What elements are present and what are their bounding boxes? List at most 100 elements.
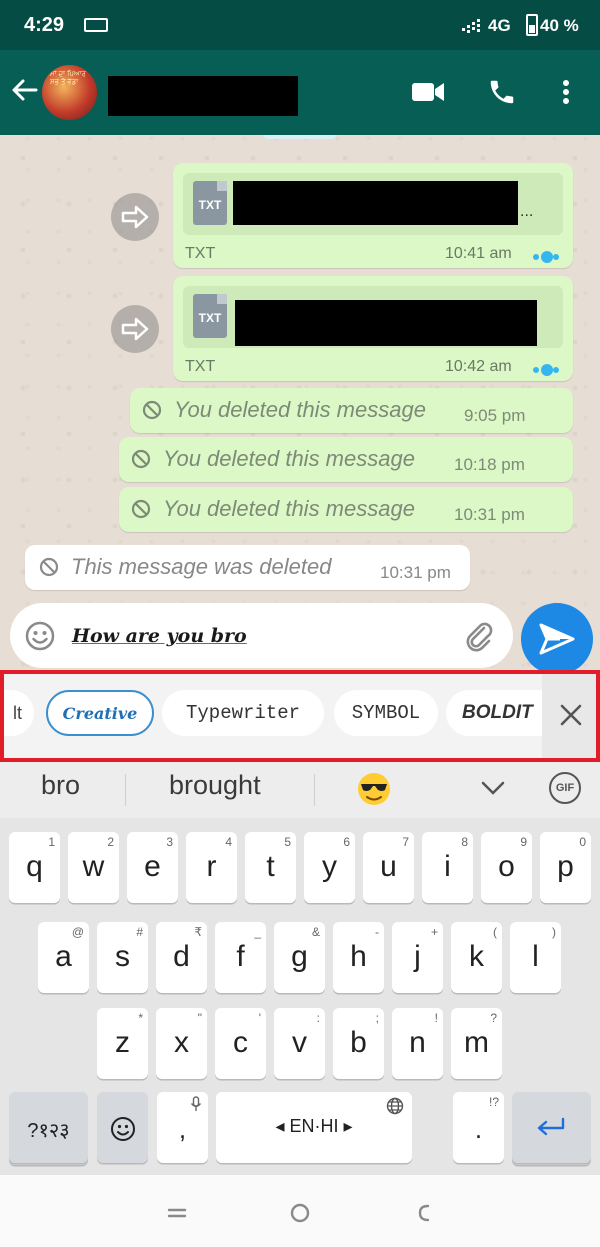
key-label: t [266,850,275,883]
chevron-down-icon[interactable] [480,778,506,798]
sunglasses-emoji-icon[interactable] [356,771,392,807]
key-d[interactable]: ₹ d [156,922,207,993]
suggestion-divider [314,774,315,806]
key-k[interactable]: (k [451,922,502,993]
key-o[interactable]: 9o [481,832,532,903]
deleted-message[interactable]: You deleted this message 10:31 pm [119,487,573,532]
forward-icon[interactable] [111,305,159,353]
key-j[interactable]: + j [392,922,443,993]
key-v[interactable]: :v [274,1008,325,1079]
key-label: h [350,940,367,973]
message-time: 10:31 pm [380,563,451,582]
document-file-type: TXT [185,358,216,375]
more-vert-icon[interactable] [546,72,586,112]
deleted-message-text: You deleted this message [163,446,415,471]
key-p[interactable]: 0p [540,832,591,903]
suggestion-word[interactable]: bro [41,770,80,801]
font-style-option[interactable]: SYMBOL [334,690,438,736]
home-icon[interactable] [288,1201,312,1225]
document-icon: TXT [193,294,227,338]
key-hint: + [430,925,438,939]
key-r[interactable]: 4r [186,832,237,903]
document-preview[interactable]: TXT ... [183,173,563,235]
key-z[interactable]: * z [97,1008,148,1079]
deleted-message[interactable]: You deleted this message 10:18 pm [119,437,573,482]
document-message[interactable]: TXT TXT 10:42 am [173,276,573,381]
blocked-icon [142,400,162,420]
avatar-caption: ਮਾਂ ਦਾ ਪਿਆਰ ਸਭ ਤੋਂ ਵੱਡਾ [50,71,86,86]
key-label: f [236,940,245,973]
key-l[interactable]: ) l [510,922,561,993]
symbols-key[interactable]: ?१२३ [9,1092,88,1163]
globe-icon [386,1097,404,1115]
blocked-icon [131,449,151,469]
suggestion-word[interactable]: brought [169,770,261,801]
key-x[interactable]: " x [156,1008,207,1079]
key-hint: ( [493,925,497,939]
back-icon[interactable] [412,1201,436,1225]
enter-icon [537,1117,565,1136]
font-style-label: Typewriter [185,702,301,724]
key-hint: 7 [402,835,409,849]
key-t[interactable]: 5t [245,832,296,903]
key-hint: ? [490,1011,497,1025]
forward-icon[interactable] [111,193,159,241]
font-style-option-selected[interactable]: Creative [46,690,154,736]
key-label: l [532,940,539,973]
key-a[interactable]: @ a [38,922,89,993]
send-button[interactable] [521,603,593,675]
document-preview[interactable]: TXT [183,286,563,348]
key-m[interactable]: ? m [451,1008,502,1079]
key-hint: 3 [166,835,173,849]
chat-area[interactable]: TXT ... TXT 10:41 am TXT TXT 10:42 am Yo… [0,135,600,670]
deleted-message-text: You deleted this message [163,496,415,521]
emoji-key[interactable] [97,1092,148,1163]
key-c[interactable]: ' c [215,1008,266,1079]
key-w[interactable]: 2w [68,832,119,903]
key-label: m [464,1026,489,1059]
key-hint: 9 [520,835,527,849]
period-key[interactable]: !? . [453,1092,504,1163]
signal-icon [462,19,480,33]
font-style-option[interactable]: lt [4,690,34,736]
key-hint: # [136,925,143,939]
key-f[interactable]: _ f [215,922,266,993]
back-arrow-icon[interactable] [10,76,38,110]
key-i[interactable]: 8i [422,832,473,903]
deleted-message-incoming[interactable]: This message was deleted 10:31 pm [25,545,470,590]
space-key[interactable]: ◂ EN·HI ▸ [216,1092,412,1163]
emoji-icon[interactable] [24,620,56,652]
key-h[interactable]: -h [333,922,384,993]
video-call-icon[interactable] [408,72,448,112]
attach-icon[interactable] [462,619,496,653]
contact-name-redacted[interactable] [108,76,298,116]
key-e[interactable]: 3e [127,832,178,903]
key-q[interactable]: 1q [9,832,60,903]
key-label: z [115,1026,130,1059]
font-style-option[interactable]: Typewriter [162,690,324,736]
key-s[interactable]: # s [97,922,148,993]
key-g[interactable]: & g [274,922,325,993]
key-hint: 4 [225,835,232,849]
document-icon: TXT [193,181,227,225]
comma-key[interactable]: , [157,1092,208,1163]
document-message[interactable]: TXT ... TXT 10:41 am [173,163,573,268]
key-hint: - [375,925,379,939]
message-input-bar[interactable]: How are you bro [10,603,513,668]
document-name-redacted [233,181,518,225]
enter-key[interactable] [512,1092,591,1163]
key-y[interactable]: 6y [304,832,355,903]
avatar[interactable]: ਮਾਂ ਦਾ ਪਿਆਰ ਸਭ ਤੋਂ ਵੱਡਾ [42,65,97,120]
close-icon[interactable] [556,700,586,730]
gif-icon[interactable]: GIF [549,772,581,804]
recents-icon[interactable] [165,1201,189,1225]
deleted-message[interactable]: You deleted this message 9:05 pm [130,388,573,433]
phone-icon[interactable] [482,72,522,112]
message-input-text[interactable]: How are you bro [72,625,247,647]
deleted-message-text: This message was deleted [71,554,332,579]
key-u[interactable]: 7u [363,832,414,903]
key-hint: * [138,1011,143,1025]
key-b[interactable]: ; b [333,1008,384,1079]
key-n[interactable]: ! n [392,1008,443,1079]
key-label: r [206,850,217,883]
